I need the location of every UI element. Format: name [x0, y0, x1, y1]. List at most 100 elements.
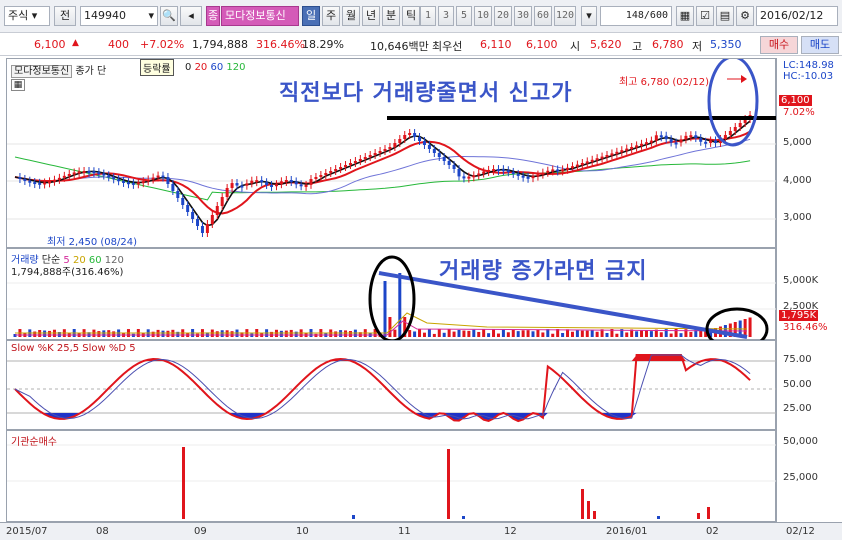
candle-body: [644, 142, 648, 145]
volume-bar: [501, 329, 505, 337]
open-price: 5,620: [590, 38, 622, 51]
candle-body: [487, 169, 491, 172]
candle-body: [141, 181, 145, 184]
candle-body: [388, 147, 392, 149]
stochastic-canvas: [7, 354, 777, 423]
volume-bar: [437, 329, 441, 337]
interval-button[interactable]: 20: [494, 6, 512, 26]
candle-body: [304, 184, 308, 187]
volume-bar: [432, 333, 436, 337]
stock-name-field[interactable]: 모다정보통신: [221, 6, 299, 26]
ma-period: 120: [226, 62, 246, 73]
candle-body: [432, 149, 436, 153]
settings-icon[interactable]: ⚙: [736, 6, 754, 26]
candle-body: [600, 156, 604, 159]
interval-button[interactable]: 3: [438, 6, 454, 26]
volume-bar: [526, 330, 530, 337]
market-type-select[interactable]: 주식 ▾: [4, 6, 50, 26]
candle-body: [723, 135, 727, 139]
volume-bar: [640, 330, 644, 337]
grid-icon[interactable]: ▦: [676, 6, 694, 26]
candle-body: [531, 176, 535, 179]
interval-button[interactable]: 30: [514, 6, 532, 26]
volume-bar: [492, 329, 496, 337]
candle-body: [344, 165, 348, 167]
candle-body: [156, 175, 160, 178]
candle-body: [635, 145, 639, 148]
period-button[interactable]: 틱: [402, 6, 420, 26]
stock-code-input[interactable]: 149940 ▾: [80, 6, 158, 26]
candle-body: [566, 167, 570, 170]
stats-icon[interactable]: ▤: [716, 6, 734, 26]
institution-bar: [182, 447, 185, 519]
candle-body: [299, 184, 303, 187]
candle-body: [511, 171, 515, 174]
buy-button[interactable]: 매수: [760, 36, 798, 54]
checkbox-icon[interactable]: ☑: [696, 6, 714, 26]
candle-body: [422, 141, 426, 145]
y-tick: 50,000: [783, 436, 818, 447]
volume-bar: [102, 330, 106, 337]
volume-bar: [413, 331, 417, 337]
interval-button[interactable]: 1: [420, 6, 436, 26]
grid-icon[interactable]: ▦: [11, 79, 25, 91]
candle-body: [289, 180, 293, 183]
high-annotation: 최고 6,780 (02/12): [619, 77, 710, 88]
candle-body: [546, 170, 550, 173]
institution-bar: [447, 449, 450, 519]
current-volume-rate: 316.46%: [783, 322, 828, 333]
candle-body: [215, 206, 219, 215]
volume-bar: [457, 329, 461, 337]
candle-body: [620, 150, 624, 153]
stochastic-legend: Slow %K 25,5 Slow %D 5: [11, 343, 136, 354]
volume-bar: [570, 331, 574, 337]
candle-body: [630, 147, 634, 149]
interval-button[interactable]: 10: [474, 6, 492, 26]
price-chart-pane[interactable]: 모다정보통신 종가 단 등락률 0 20 60 120 ▦ 직전보다 거래량줄면…: [6, 58, 777, 248]
stochastic-pane[interactable]: Slow %K 25,5 Slow %D 5: [6, 340, 777, 430]
best-ask: 6,110: [480, 38, 512, 51]
institution-pane[interactable]: 기관순매수: [6, 430, 777, 522]
sell-button[interactable]: 매도: [801, 36, 839, 54]
candle-body: [92, 171, 96, 174]
candle-body: [166, 177, 170, 184]
period-button[interactable]: 일: [302, 6, 320, 26]
chevron-down-icon: ▾: [148, 9, 154, 22]
candle-body: [279, 181, 283, 185]
prefix-button[interactable]: 전: [54, 6, 76, 26]
volume-bar: [561, 332, 565, 337]
volume-value: 1,794,888주(316.46%): [11, 267, 124, 278]
highlight-circle: [707, 59, 759, 147]
candle-body: [181, 198, 185, 205]
volume-bar: [516, 331, 520, 337]
volume-bar: [418, 329, 422, 337]
candle-body: [255, 180, 259, 183]
candle-body: [146, 179, 150, 182]
candle-body: [48, 181, 52, 184]
chevron-down-icon[interactable]: ▾: [581, 6, 597, 26]
interval-button[interactable]: 5: [456, 6, 472, 26]
volume-bar: [442, 332, 446, 337]
candle-body: [640, 143, 644, 146]
period-button[interactable]: 분: [382, 6, 400, 26]
high-label: 고: [632, 40, 643, 53]
interval-button[interactable]: 120: [554, 6, 576, 26]
period-button[interactable]: 년: [362, 6, 380, 26]
date-input[interactable]: 2016/02/12: [756, 6, 838, 26]
candle-body: [339, 167, 343, 169]
volume-chart-pane[interactable]: 거래량 단순 5 20 60 120 1,794,888주(316.46%) 거…: [6, 248, 777, 341]
period-button[interactable]: 주: [322, 6, 340, 26]
volume-bar: [477, 331, 481, 337]
institution-bar: [657, 516, 660, 519]
volume-bar: [334, 331, 338, 337]
candle-body: [131, 182, 135, 185]
volume-bar: [344, 330, 348, 337]
speaker-icon[interactable]: ◂: [180, 6, 202, 26]
period-button[interactable]: 월: [342, 6, 360, 26]
search-icon[interactable]: 🔍: [160, 6, 178, 26]
institution-bar: [587, 501, 590, 519]
interval-button[interactable]: 60: [534, 6, 552, 26]
ma-line-green: [14, 156, 751, 201]
candle-body: [521, 175, 525, 178]
x-label: 10: [296, 526, 309, 537]
